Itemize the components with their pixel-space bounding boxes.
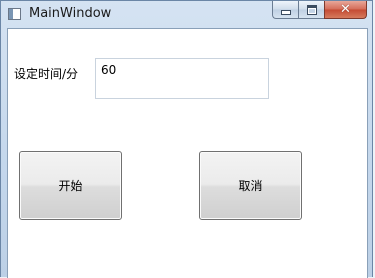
cancel-button-label: 取消 <box>238 179 263 193</box>
close-icon: ✕ <box>340 2 351 17</box>
title-bar[interactable]: MainWindow ✕ <box>1 1 372 28</box>
main-window: MainWindow ✕ 设定时间/分 60 开始 取消 <box>0 0 373 278</box>
caption-buttons: ✕ <box>272 1 367 20</box>
close-button[interactable]: ✕ <box>324 1 367 19</box>
window-title: MainWindow <box>29 6 112 21</box>
minimize-icon <box>280 10 291 15</box>
cancel-button[interactable]: 取消 <box>199 151 302 220</box>
time-input[interactable]: 60 <box>95 58 269 99</box>
start-button-label: 开始 <box>58 179 83 193</box>
window-app-icon[interactable] <box>8 8 21 20</box>
maximize-button[interactable] <box>298 1 324 19</box>
maximize-icon <box>306 4 317 15</box>
minimize-button[interactable] <box>272 1 298 19</box>
time-label: 设定时间/分 <box>14 67 79 81</box>
client-area: 设定时间/分 60 开始 取消 <box>7 28 368 278</box>
time-input-value: 60 <box>101 63 117 77</box>
start-button[interactable]: 开始 <box>19 151 122 220</box>
